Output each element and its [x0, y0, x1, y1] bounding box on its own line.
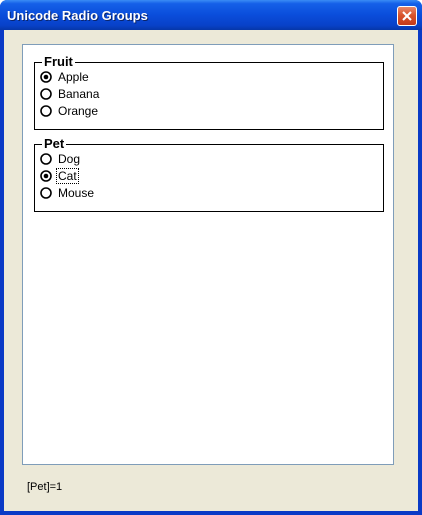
pet-group: Pet Dog Cat Mouse	[34, 136, 384, 212]
radio-circle-icon	[40, 153, 52, 165]
radio-circle-icon	[40, 71, 52, 83]
radio-circle-icon	[40, 187, 52, 199]
radio-label-banana: Banana	[58, 87, 100, 101]
radio-circle-icon	[40, 170, 52, 182]
status-text: [Pet]=1	[27, 481, 63, 493]
radio-circle-icon	[40, 105, 52, 117]
radio-label-cat: Cat	[56, 168, 79, 184]
content-panel: Fruit Apple Banana Orange Pet Dog Cat Mo…	[22, 44, 394, 465]
fruit-group: Fruit Apple Banana Orange	[34, 54, 384, 130]
radio-circle-icon	[40, 88, 52, 100]
title-bar[interactable]: Unicode Radio Groups	[0, 0, 422, 30]
window-title: Unicode Radio Groups	[7, 8, 148, 23]
close-button[interactable]	[397, 6, 417, 26]
radio-label-mouse: Mouse	[58, 186, 95, 200]
fruit-group-legend: Fruit	[42, 54, 75, 69]
radio-label-apple: Apple	[58, 70, 89, 84]
close-icon	[402, 11, 412, 21]
pet-group-legend: Pet	[42, 136, 67, 151]
client-area: Fruit Apple Banana Orange Pet Dog Cat Mo…	[4, 30, 418, 511]
app-window: Unicode Radio Groups Fruit Apple Banana …	[0, 0, 422, 515]
radio-label-dog: Dog	[58, 152, 81, 166]
radio-label-orange: Orange	[58, 104, 99, 118]
